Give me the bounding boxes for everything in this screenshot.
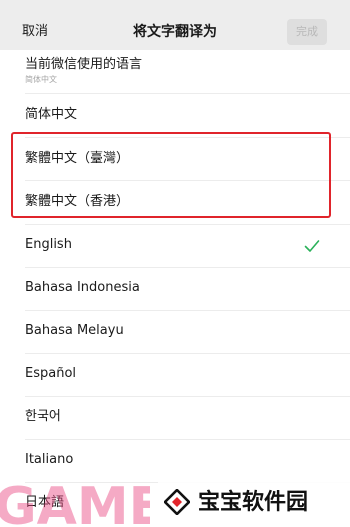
language-list: 当前微信使用的语言 简体中文 简体中文 繁體中文（臺灣） 繁體中文（香港） En…: [0, 50, 350, 527]
navigation-bar: 取消 将文字翻译为 完成: [0, 0, 350, 50]
language-item-label: Italiano: [25, 452, 74, 467]
language-item-label: 简体中文: [25, 107, 78, 122]
language-item-bahasa-indonesia[interactable]: Bahasa Indonesia: [0, 268, 350, 311]
language-item-simplified-chinese[interactable]: 简体中文: [0, 94, 350, 137]
done-button[interactable]: 完成: [287, 19, 327, 45]
language-item-bahasa-melayu[interactable]: Bahasa Melayu: [0, 311, 350, 354]
language-item-current[interactable]: 当前微信使用的语言 简体中文: [0, 50, 350, 92]
language-item-english[interactable]: English: [0, 225, 350, 268]
brand-watermark: 宝宝软件园: [158, 482, 350, 527]
language-item-korean[interactable]: 한국어: [0, 397, 350, 440]
game-watermark: GAME: [0, 477, 150, 527]
language-item-label: English: [25, 237, 72, 252]
language-item-label: 当前微信使用的语言: [25, 57, 143, 72]
language-item-label: Bahasa Melayu: [25, 323, 124, 338]
diamond-logo-icon: [164, 489, 190, 515]
language-item-label: Bahasa Indonesia: [25, 280, 140, 295]
language-item-label: Español: [25, 366, 77, 381]
language-item-sublabel: 简体中文: [25, 75, 57, 84]
language-item-espanol[interactable]: Español: [0, 354, 350, 397]
highlight-annotation-box: [11, 132, 331, 218]
language-item-label: 한국어: [25, 409, 61, 424]
brand-watermark-text: 宝宝软件园: [198, 490, 309, 515]
game-watermark-text: GAME: [0, 477, 150, 527]
checkmark-icon: [304, 240, 320, 252]
